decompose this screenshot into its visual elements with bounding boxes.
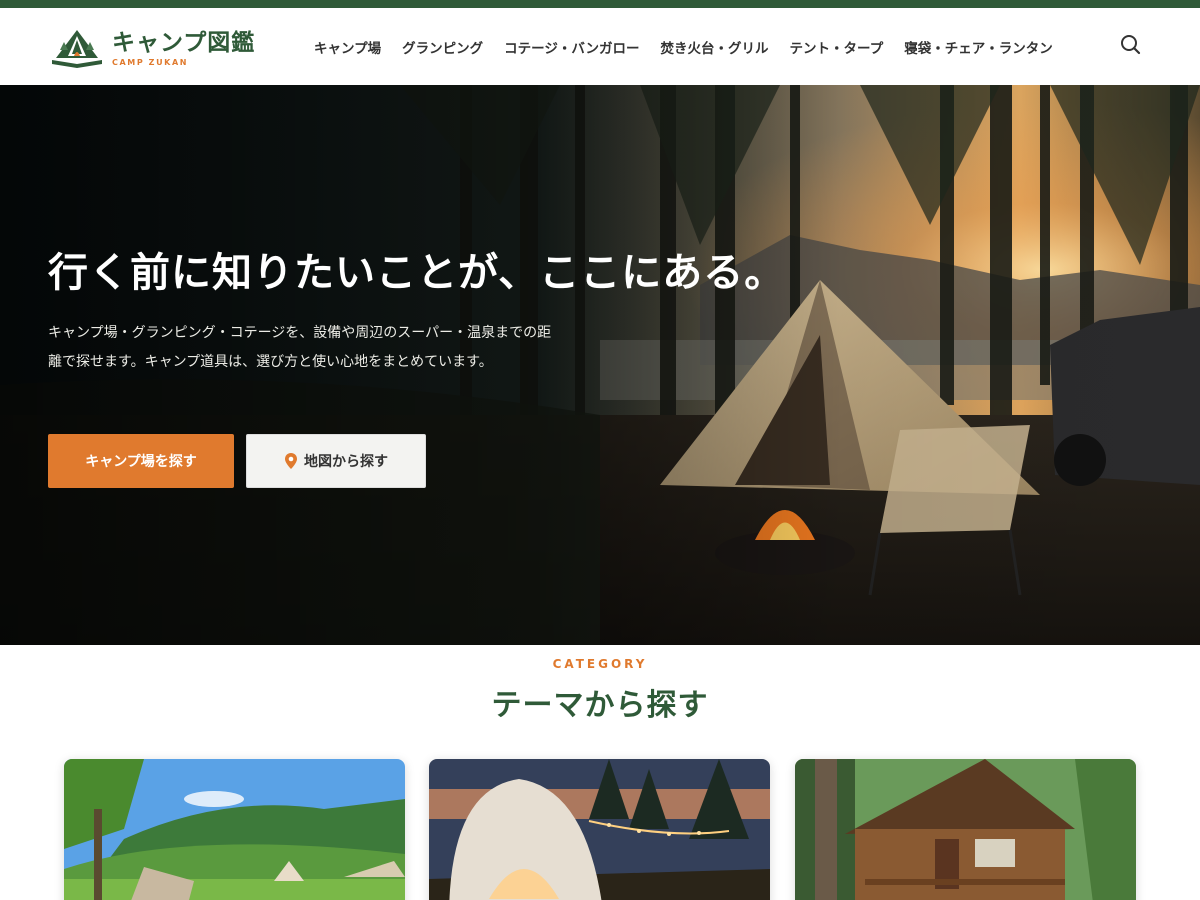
campground-image <box>64 759 405 900</box>
logo-title: キャンプ図鑑 <box>112 29 256 56</box>
search-by-map-button[interactable]: 地図から探す <box>246 434 426 488</box>
top-accent-bar <box>0 0 1200 8</box>
nav-item-glamping[interactable]: グランピング <box>402 37 483 57</box>
category-card-cottage[interactable] <box>795 759 1136 900</box>
search-by-map-label: 地図から探す <box>304 453 388 469</box>
logo-tent-book-icon <box>52 30 102 68</box>
glamping-dome-image <box>429 759 770 900</box>
hero-content: 行く前に知りたいことが、ここにある。 キャンプ場・グランピング・コテージを、設備… <box>48 245 786 377</box>
category-card-campground[interactable] <box>64 759 405 900</box>
category-label: CATEGORY <box>552 657 648 671</box>
main-nav: キャンプ場 グランピング コテージ・バンガロー 焚き火台・グリル テント・タープ… <box>314 34 1074 60</box>
search-icon <box>1121 35 1141 55</box>
hero-description: キャンプ場・グランピング・コテージを、設備や周辺のスーパー・温泉までの距離で探せ… <box>48 325 552 370</box>
nav-item-cottage-bungalow[interactable]: コテージ・バンガロー <box>504 37 639 57</box>
hero-section: 行く前に知りたいことが、ここにある。 キャンプ場・グランピング・コテージを、設備… <box>0 85 1200 645</box>
find-campground-button[interactable]: キャンプ場を探す <box>48 434 234 488</box>
map-pin-icon <box>285 453 297 469</box>
logo-subtitle: CAMP ZUKAN <box>112 57 189 67</box>
category-card-glamping[interactable] <box>429 759 770 900</box>
log-cabin-image <box>795 759 1136 900</box>
category-title: テーマから探す <box>491 688 709 723</box>
hero-title: 行く前に知りたいことが、ここにある。 <box>48 250 786 296</box>
hero-buttons: キャンプ場を探す 地図から探す <box>48 434 426 488</box>
site-header: キャンプ図鑑 CAMP ZUKAN キャンプ場 グランピング コテージ・バンガロ… <box>0 8 1200 85</box>
search-button[interactable] <box>1118 32 1144 58</box>
site-logo[interactable]: キャンプ図鑑 CAMP ZUKAN <box>48 22 278 74</box>
nav-item-sleeping-bag-chair-lantern[interactable]: 寝袋・チェア・ランタン <box>904 37 1053 57</box>
nav-item-tent-tarp[interactable]: テント・タープ <box>790 37 884 57</box>
nav-item-campgrounds[interactable]: キャンプ場 <box>314 37 381 57</box>
nav-item-firepit-grill[interactable]: 焚き火台・グリル <box>661 37 769 57</box>
